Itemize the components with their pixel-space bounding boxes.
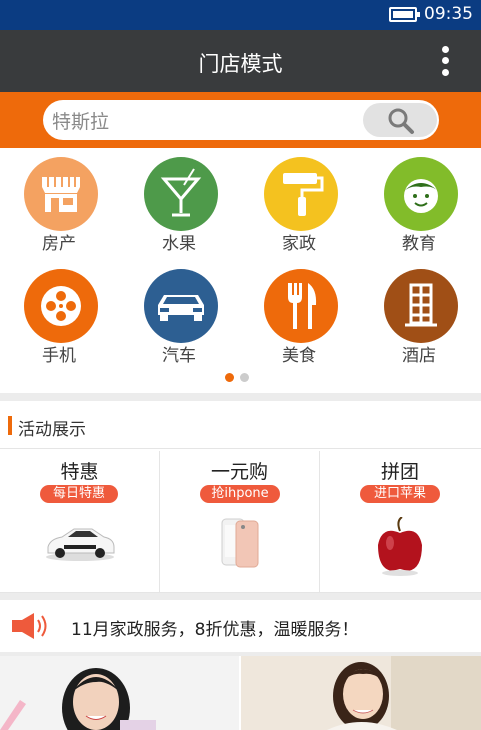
status-time: 09:35 [424, 4, 473, 24]
paint-roller-icon [283, 173, 324, 216]
section-title: 活动展示 [18, 420, 86, 440]
category-label: 房产 [42, 234, 76, 254]
category-circle [264, 269, 338, 343]
search-icon [388, 108, 414, 134]
search-box [43, 100, 439, 140]
category-real-estate[interactable]: 房产 [4, 148, 114, 254]
category-label: 家政 [282, 234, 316, 254]
car-icon [158, 295, 204, 321]
status-bar: 09:35 [0, 0, 481, 30]
fork-knife-icon [288, 283, 317, 329]
category-fruit[interactable]: 水果 [124, 148, 234, 254]
promo-card-group-buy[interactable]: 拼团 进口苹果 [320, 451, 480, 593]
category-label: 教育 [402, 234, 436, 254]
activity-section-header: 活动展示 [0, 401, 481, 449]
phone-image [221, 518, 259, 568]
pager-dot[interactable] [240, 373, 249, 382]
category-housekeeping[interactable]: 家政 [244, 148, 354, 254]
category-circle [24, 157, 98, 231]
promo-badge: 抢ihpone [200, 485, 280, 503]
divider [0, 593, 481, 600]
banner-right[interactable] [241, 656, 481, 730]
category-label: 水果 [162, 234, 196, 254]
section-accent-bar [8, 416, 12, 435]
film-reel-icon [41, 286, 81, 326]
more-vertical-icon[interactable] [436, 44, 456, 78]
category-circle [264, 157, 338, 231]
promo-title: 拼团 [380, 461, 419, 483]
page-title: 门店模式 [198, 52, 283, 76]
category-food[interactable]: 美食 [244, 260, 354, 366]
app-bar: 门店模式 [0, 30, 481, 92]
search-button[interactable] [363, 103, 437, 137]
pager-dot-active[interactable] [225, 373, 234, 382]
category-circle [24, 269, 98, 343]
category-hotel[interactable]: 酒店 [364, 260, 474, 366]
category-circle [384, 269, 458, 343]
notice-text: 11月家政服务，8折优惠，温暖服务！ [71, 620, 359, 640]
promo-card-special[interactable]: 特惠 每日特惠 [0, 451, 160, 593]
banner-left[interactable] [0, 656, 239, 730]
divider [0, 393, 481, 401]
building-icon [405, 283, 437, 327]
search-input[interactable] [52, 106, 352, 134]
category-label: 手机 [42, 346, 76, 366]
category-education[interactable]: 教育 [364, 148, 474, 254]
battery-icon [389, 7, 420, 22]
storefront-icon [42, 177, 80, 212]
category-circle [144, 157, 218, 231]
promo-row: 特惠 每日特惠 一元购 抢ihpone 拼团 进口苹果 [0, 451, 481, 593]
child-face-icon [404, 179, 438, 213]
cocktail-icon [160, 168, 202, 217]
category-label: 酒店 [402, 346, 436, 366]
category-phone[interactable]: 手机 [4, 260, 114, 366]
promo-badge: 进口苹果 [360, 485, 440, 503]
sports-car-image [46, 528, 115, 561]
promo-title: 特惠 [60, 461, 99, 483]
speaker-icon [12, 613, 47, 639]
promo-title: 一元购 [210, 461, 268, 483]
woman-at-desk-photo [241, 656, 481, 730]
category-label: 美食 [282, 346, 316, 366]
apple-image [378, 517, 422, 576]
category-label: 汽车 [162, 346, 196, 366]
promo-badge: 每日特惠 [40, 485, 118, 503]
notice-bar[interactable]: 11月家政服务，8折优惠，温暖服务！ [0, 600, 481, 652]
search-band [0, 92, 481, 148]
category-circle [144, 269, 218, 343]
category-car[interactable]: 汽车 [124, 260, 234, 366]
smiling-woman-photo [0, 656, 239, 730]
category-circle [384, 157, 458, 231]
category-grid: 房产 水果 家政 教育 手机 汽车 美食 酒店 [0, 148, 481, 393]
promo-card-one-yuan[interactable]: 一元购 抢ihpone [160, 451, 320, 593]
